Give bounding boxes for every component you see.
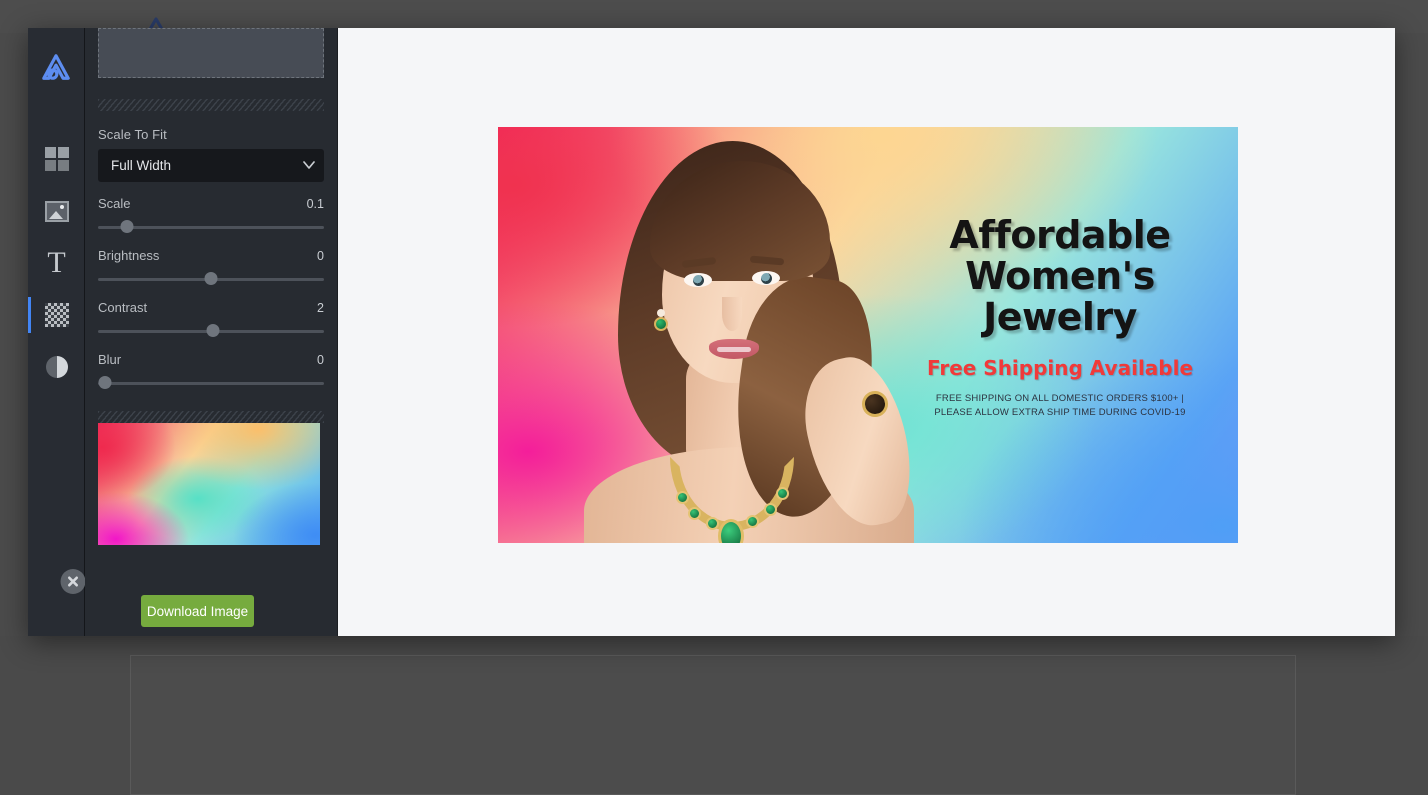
slider-blur-head: Blur 0: [98, 352, 324, 367]
banner-fine-print: FREE SHIPPING ON ALL DOMESTIC ORDERS $10…: [886, 392, 1234, 420]
slider-blur-value: 0: [317, 353, 324, 367]
slider-blur-rail: [98, 382, 324, 385]
slider-scale-thumb[interactable]: [120, 220, 134, 233]
banner-headline: Affordable Women's Jewelry: [886, 213, 1234, 340]
sidebar-item-templates[interactable]: [28, 133, 85, 185]
slider-brightness-label: Brightness: [98, 248, 160, 263]
slider-blur-label: Blur: [98, 352, 122, 367]
scale-to-fit-label: Scale To Fit: [98, 127, 167, 142]
slider-brightness: Brightness 0: [98, 248, 324, 286]
preview-canvas: Affordable Women's Jewelry Free Shipping…: [338, 28, 1395, 636]
banner-headline-line-1: Affordable: [949, 213, 1171, 257]
banner-headline-line-3: Jewelry: [983, 295, 1137, 340]
slider-contrast-head: Contrast 2: [98, 300, 324, 315]
scale-to-fit-control: Full WidthFull HeightCoverContainNone: [98, 149, 324, 182]
close-x-icon: [67, 576, 79, 587]
grid-icon: [44, 147, 69, 171]
slider-scale: Scale 0.1: [98, 196, 324, 234]
necklace-gem: [706, 517, 719, 530]
slider-scale-head: Scale 0.1: [98, 196, 324, 211]
banner-artwork[interactable]: Affordable Women's Jewelry Free Shipping…: [498, 127, 1238, 543]
banner-headline-line-2: Women's: [965, 254, 1155, 299]
slider-scale-track[interactable]: [98, 220, 324, 234]
banner-subtitle: Free Shipping Available: [926, 356, 1194, 381]
model-photo: [510, 127, 940, 543]
banner-fine-print-line-1: FREE SHIPPING ON ALL DOMESTIC ORDERS $10…: [935, 393, 1185, 405]
close-modal-button[interactable]: [60, 569, 86, 594]
slider-brightness-thumb[interactable]: [204, 272, 218, 285]
sidebar-item-background[interactable]: [28, 289, 85, 341]
banner-fine-print-line-2: PLEASE ALLOW EXTRA SHIP TIME DURING COVI…: [934, 406, 1186, 418]
slider-contrast: Contrast 2: [98, 300, 324, 338]
image-drop-zone[interactable]: [98, 28, 324, 78]
slider-contrast-thumb[interactable]: [206, 324, 220, 337]
contrast-circle-icon: [45, 356, 68, 378]
editor-icon-rail: T: [28, 28, 86, 636]
model-eye-right: [752, 271, 780, 285]
necklace-gem: [688, 507, 701, 520]
slider-brightness-value: 0: [317, 249, 324, 263]
sidebar-item-text[interactable]: T: [28, 237, 85, 289]
model-nose: [722, 297, 742, 331]
download-image-button[interactable]: Download Image: [141, 595, 254, 627]
slider-contrast-label: Contrast: [98, 300, 148, 315]
model-eye-left: [684, 273, 712, 287]
banner-copy-block: Affordable Women's Jewelry Free Shipping…: [886, 213, 1234, 420]
slider-blur-thumb[interactable]: [98, 376, 112, 389]
slider-brightness-head: Brightness 0: [98, 248, 324, 263]
gradient-preview-thumbnail[interactable]: [98, 423, 320, 545]
necklace-gem: [676, 491, 689, 504]
slider-scale-label: Scale: [98, 196, 131, 211]
slider-brightness-track[interactable]: [98, 272, 324, 286]
slider-scale-value: 0.1: [306, 197, 324, 211]
image-icon: [44, 200, 69, 222]
slider-contrast-track[interactable]: [98, 324, 324, 338]
text-icon: T: [47, 246, 66, 279]
necklace-gem: [746, 515, 759, 528]
section-divider-top: [98, 99, 324, 111]
slider-blur-track[interactable]: [98, 376, 324, 390]
checker-pattern-icon: [44, 303, 69, 327]
affinity-logo-icon[interactable]: [39, 52, 73, 82]
slider-blur: Blur 0: [98, 352, 324, 390]
rail-item-list: T: [28, 133, 85, 393]
sidebar-item-adjust[interactable]: [28, 341, 85, 393]
slider-contrast-value: 2: [317, 301, 324, 315]
backdrop-content-panel: [130, 655, 1296, 795]
section-divider-bottom: [98, 411, 324, 423]
sidebar-item-images[interactable]: [28, 185, 85, 237]
editor-modal: T Scale To Fit Full WidthFull HeightCove…: [28, 28, 1395, 636]
scale-to-fit-select[interactable]: Full WidthFull HeightCoverContainNone: [98, 149, 324, 182]
background-control-panel: Scale To Fit Full WidthFull HeightCoverC…: [85, 28, 338, 636]
necklace-gem: [764, 503, 777, 516]
emerald-necklace: [670, 457, 794, 543]
emerald-earring-icon: [654, 309, 668, 331]
necklace-gem: [776, 487, 789, 500]
